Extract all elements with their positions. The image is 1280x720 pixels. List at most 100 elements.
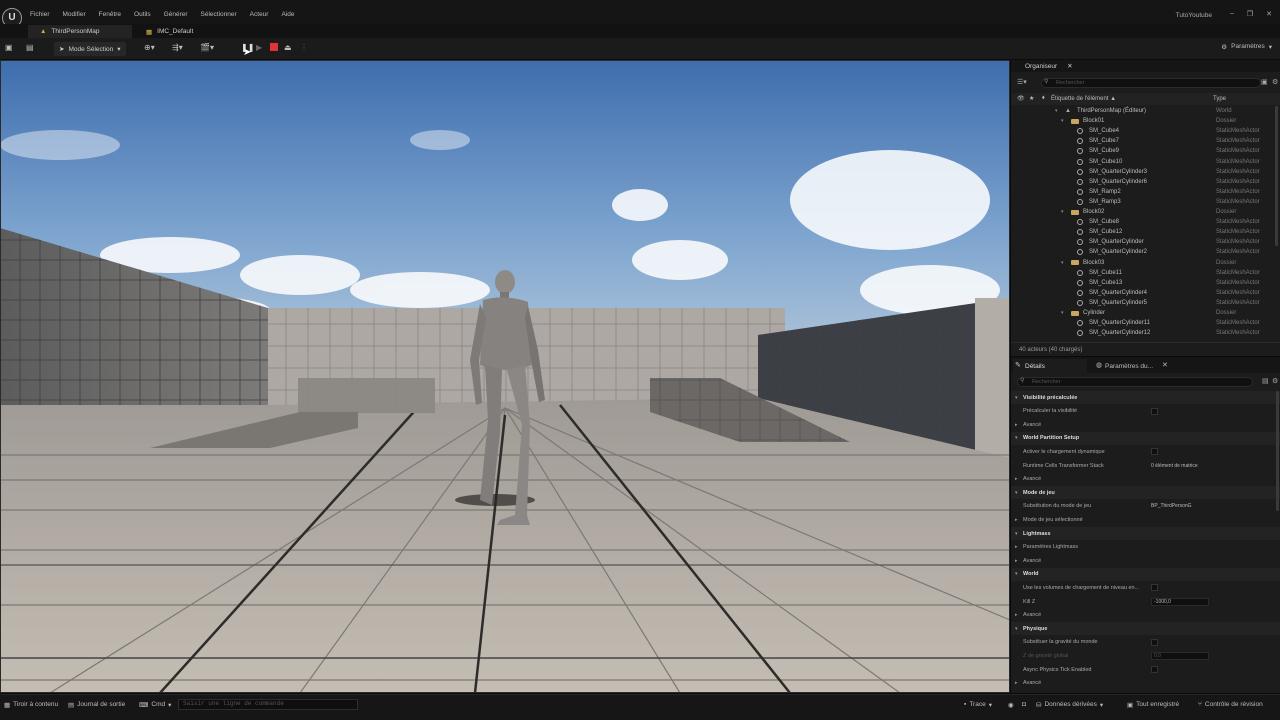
cinematics-icon[interactable]: 🎬▾ [200,43,214,52]
revision-control-button[interactable]: ⑂ Contrôle de révision [1198,701,1263,708]
outliner-row[interactable]: SM_Cube9 StaticMeshActor [1011,146,1280,156]
content-drawer-button[interactable]: ▦ Tiroir à contenu [4,701,58,709]
outliner-row[interactable]: SM_Cube13 StaticMeshActor [1011,278,1280,288]
tab-details[interactable]: Détails [1013,359,1087,373]
outliner-row[interactable]: SM_Cube7 StaticMeshActor [1011,136,1280,146]
expand-arrow-icon[interactable]: ▾ [1061,310,1064,316]
save-icon[interactable]: ▣ [5,43,13,52]
details-expander[interactable]: ▸ Avancé [1011,473,1280,486]
property-value-input[interactable]: -1000,0 [1151,597,1209,606]
menu-item-window[interactable]: Fenêtre [99,11,121,18]
details-expander[interactable]: ▸ Avancé [1011,677,1280,690]
property-checkbox[interactable] [1151,448,1158,456]
visibility-icon[interactable]: 👁 [1017,95,1025,102]
menu-item-tools[interactable]: Outils [134,11,151,18]
tab-world-settings[interactable]: Paramètres du... [1093,359,1173,373]
outliner-row[interactable]: ▾ Block01 Dossier [1011,116,1280,126]
add-actor-icon[interactable]: ⊕▾ [144,43,155,52]
expand-arrow-icon[interactable]: ▾ [1061,118,1064,124]
details-expander[interactable]: ▸ Mode de jeu sélectionné [1011,513,1280,526]
outliner-row[interactable]: SM_QuarterCylinder5 StaticMeshActor [1011,298,1280,308]
column-label[interactable]: Étiquette de l'élément ▲ [1051,96,1116,102]
outliner-row[interactable]: ▾ Block02 Dossier [1011,207,1280,217]
gear-icon[interactable]: ⚙ [1272,78,1278,86]
save-all-button[interactable]: ▣ Tout enregistré [1127,701,1179,709]
outliner-row[interactable]: SM_Cube8 StaticMeshActor [1011,217,1280,227]
details-expander[interactable]: ▸ Avancé [1011,554,1280,567]
details-section[interactable]: ▾ Lightmass [1011,527,1280,540]
outliner-row[interactable]: SM_QuarterCylinder12 StaticMeshActor [1011,328,1280,338]
details-expander[interactable]: ▸ Avancé [1011,609,1280,622]
menu-item-help[interactable]: Aide [281,11,294,18]
step-icon[interactable]: ▶ [256,43,262,52]
close-icon[interactable]: ✕ [1162,361,1168,369]
minimize-icon[interactable]: – [1230,10,1234,18]
property-value[interactable]: 0 élément de matrice [1151,463,1198,469]
mode-selection-dropdown[interactable]: ➤ Mode Sélection ▾ [54,42,126,56]
trace-dropdown[interactable]: ▪ Trace ▾ [964,701,992,709]
outliner-row[interactable]: ▾ ▲ ThirdPersonMap (Éditeur) World [1011,106,1280,116]
details-expander[interactable]: ▸ Paramètres Lightmass [1011,541,1280,554]
details-section[interactable]: ▾ Visibilité précalculée [1011,391,1280,404]
outliner-scrollbar[interactable] [1275,106,1278,246]
outliner-row[interactable]: SM_QuarterCylinder11 StaticMeshActor [1011,318,1280,328]
outliner-row[interactable]: SM_Cube12 StaticMeshActor [1011,227,1280,237]
cmd-dropdown[interactable]: ⌨ Cmd ▾ [139,701,171,709]
level-viewport[interactable] [0,60,1010,693]
outliner-row[interactable]: SM_Ramp3 StaticMeshActor [1011,197,1280,207]
pin-icon[interactable]: ★ [1029,95,1034,102]
derived-data-button[interactable]: ⛁ Données dérivées ▾ [1036,701,1103,709]
column-type[interactable]: Type [1213,96,1226,102]
menu-item-select[interactable]: Sélectionner [201,11,237,18]
menu-item-build[interactable]: Générer [164,11,188,18]
property-checkbox[interactable] [1151,638,1158,646]
outliner-row[interactable]: SM_Ramp2 StaticMeshActor [1011,187,1280,197]
gear-icon[interactable]: ⚙ [1272,377,1278,385]
property-checkbox[interactable] [1151,584,1158,592]
details-search-input[interactable]: Rechercher [1017,377,1253,387]
outliner-row[interactable]: ▾ Cylinder Dossier [1011,308,1280,318]
outliner-row[interactable]: ▾ Block03 Dossier [1011,258,1280,268]
property-checkbox[interactable] [1151,407,1158,415]
details-section[interactable]: ▾ World [1011,567,1280,581]
outliner-row[interactable]: SM_QuarterCylinder4 StaticMeshActor [1011,288,1280,298]
close-icon[interactable]: ✕ [1067,62,1072,70]
content-browser-icon[interactable]: ▤ [26,43,34,52]
expand-arrow-icon[interactable]: ▾ [1055,108,1058,114]
menu-item-actor[interactable]: Acteur [250,11,269,18]
tab-imc-default[interactable]: ▦ IMC_Default [134,25,214,38]
details-section[interactable]: ▾ World Partition Setup [1011,431,1280,445]
command-input[interactable]: Saisir une ligne de commande [178,699,358,710]
record-icon[interactable]: ◉ [1008,701,1014,709]
filter-icon[interactable]: ☰▾ [1017,78,1027,86]
details-section[interactable]: ▾ Mode de jeu [1011,486,1280,500]
eject-icon[interactable]: ⏏ [284,43,292,52]
details-section[interactable]: ▾ Physique [1011,622,1280,636]
outliner-search-input[interactable]: Rechercher [1041,78,1261,88]
outliner-row[interactable]: SM_Cube11 StaticMeshActor [1011,268,1280,278]
property-checkbox[interactable] [1151,666,1158,673]
settings-button[interactable]: ⚙ Paramètres ▾ [1221,43,1272,51]
outliner-row[interactable]: SM_QuarterCylinder2 StaticMeshActor [1011,247,1280,257]
blueprint-icon[interactable]: ⇶▾ [172,43,183,52]
expand-arrow-icon[interactable]: ▾ [1061,209,1064,215]
outliner-row[interactable]: SM_QuarterCylinder3 StaticMeshActor [1011,167,1280,177]
table-view-icon[interactable]: ▤ [1262,377,1269,385]
menu-item-edit[interactable]: Modifier [63,11,86,18]
details-scrollbar[interactable] [1276,391,1279,511]
outliner-row[interactable]: SM_QuarterCylinder StaticMeshActor [1011,237,1280,247]
add-folder-icon[interactable]: ▣ [1261,78,1268,86]
camera-icon[interactable]: ◘ [1022,701,1026,708]
outliner-row[interactable]: SM_Cube4 StaticMeshActor [1011,126,1280,136]
property-value[interactable]: BP_ThirdPersonG [1151,503,1192,509]
property-value-input[interactable]: 0,0 [1151,651,1209,660]
stop-icon[interactable] [270,43,278,51]
outliner-row[interactable]: SM_Cube10 StaticMeshActor [1011,157,1280,167]
output-log-button[interactable]: ▤ Journal de sortie [68,701,125,709]
more-options-icon[interactable]: ⋮ [300,43,308,52]
expand-arrow-icon[interactable]: ▾ [1061,260,1064,266]
lock-icon[interactable]: ⬧ [1042,95,1045,102]
menu-item-file[interactable]: Fichier [30,11,50,18]
details-expander[interactable]: ▸ Avancé [1011,418,1280,431]
tab-thirdpersonmap[interactable]: ▲ ThirdPersonMap [28,25,132,38]
